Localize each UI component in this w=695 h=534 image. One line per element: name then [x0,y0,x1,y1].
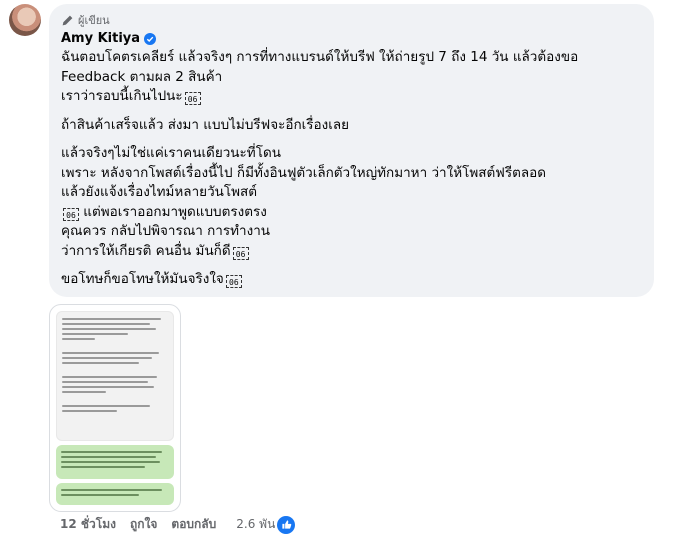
author-badge: ผู้เขียน [61,12,642,28]
text-line: แต่พอเราออกมาพูดแบบตรงตรง [83,203,267,220]
text-line: Feedback ตามผล 2 สินค้า [61,68,223,85]
verified-icon [144,32,157,45]
like-button[interactable]: ถูกใจ [130,515,157,534]
chat-message-incoming [56,311,174,441]
author-badge-label: ผู้เขียน [78,14,110,27]
chat-message-outgoing [56,483,174,505]
emoji-icon: 06 [225,275,242,288]
like-reaction-icon[interactable] [277,515,296,534]
text-line: ฉันตอบโคตรเคลียร์ แล้วจริงๆ การที่ทางแบร… [61,49,579,65]
text-line: ขอโทษก็ขอโทษให้มันจริงใจ [61,271,224,287]
text-line: คุณควร กลับไปพิจารณา การทำงาน [61,223,271,239]
avatar[interactable] [9,4,41,36]
chat-message-outgoing [56,445,174,479]
paragraph-1: ฉันตอบโคตรเคลียร์ แล้วจริงๆ การที่ทางแบร… [61,48,642,107]
reaction-count[interactable]: 2.6 พัน [236,515,275,534]
paragraph-4: ขอโทษก็ขอโทษให้มันจริงใจ 06 [61,270,642,290]
timestamp[interactable]: 12 ชั่วโมง [60,515,116,534]
comment-text: ฉันตอบโคตรเคลียร์ แล้วจริงๆ การที่ทางแบร… [61,48,642,290]
pen-icon [62,15,73,25]
emoji-icon: 06 [232,246,249,260]
emoji-icon: 06 [63,207,79,221]
author-name[interactable]: Amy Kitiya [61,31,140,46]
comment-bubble: ผู้เขียน Amy Kitiya ฉันตอบโคตรเคลียร์ แล… [49,4,654,297]
attached-chat-screenshot[interactable] [49,304,181,512]
emoji-icon: 06 [184,92,201,105]
text-line: แล้วยังแจ้งเรื่องไทม์หลายวันโพสต์ [61,184,258,200]
paragraph-3: แล้วจริงๆไม่ใช่แค่เราคนเดียวนะที่โดน เพร… [61,144,642,261]
comment-actions: 12 ชั่วโมง ถูกใจ ตอบกลับ 2.6 พัน [60,515,296,534]
reply-button[interactable]: ตอบกลับ [171,515,216,534]
text-line: เพราะ หลังจากโพสต์เรื่องนี้ไป ก็มีทั้งอิ… [61,164,546,181]
paragraph-2: ถ้าสินค้าเสร็จแล้ว ส่งมา แบบไม่บรีฟจะอีก… [61,116,642,136]
text-line: เราว่ารอบนี้เกินไปนะ [61,88,183,104]
text-line: ว่าการให้เกียรติ คนอื่น มันก็ดี [61,242,231,259]
text-line: แล้วจริงๆไม่ใช่แค่เราคนเดียวนะที่โดน [61,145,281,161]
text-line: ถ้าสินค้าเสร็จแล้ว ส่งมา แบบไม่บรีฟจะอีก… [61,116,350,133]
